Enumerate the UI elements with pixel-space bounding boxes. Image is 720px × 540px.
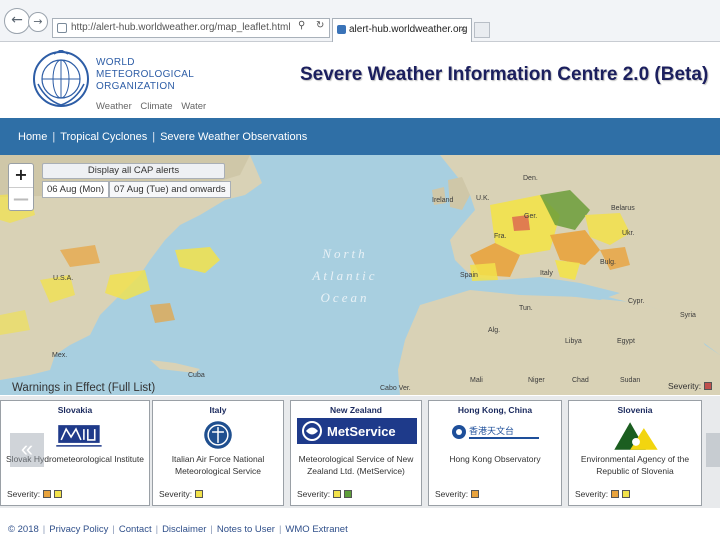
italian-meteo-logo-icon	[204, 421, 232, 449]
hko-emblem-icon	[452, 425, 466, 439]
card-country: Slovakia	[57, 405, 93, 415]
warning-card-hong-kong[interactable]: Hong Kong, China 香港天文台 Hong Kong Observa…	[428, 400, 562, 506]
map-label: Den.	[523, 175, 538, 182]
refresh-icon[interactable]: ↻	[316, 20, 324, 31]
card-severity: Severity:	[159, 489, 204, 499]
site-header: WORLD METEOROLOGICAL ORGANIZATION Weathe…	[0, 42, 720, 118]
tab-title: alert-hub.worldweather.org	[349, 24, 468, 35]
map-label: Chad	[572, 377, 589, 384]
nav-item-home[interactable]: Home	[18, 131, 47, 143]
search-icon[interactable]: ⚲	[298, 20, 305, 31]
card-org: Environmental Agency of the Republic of …	[580, 454, 690, 476]
metservice-swirl-icon	[302, 421, 322, 441]
tab-close-icon[interactable]: ×	[460, 19, 466, 41]
page-title: Severe Weather Information Centre 2.0 (B…	[300, 64, 709, 85]
severity-legend: Severity:	[668, 381, 713, 391]
card-org: Hong Kong Observatory	[449, 454, 541, 464]
carousel-prev-button[interactable]: «	[10, 433, 44, 467]
map-label: Belarus	[611, 205, 635, 212]
new-tab-button[interactable]	[474, 22, 490, 38]
card-org: Italian Air Force National Meteorologica…	[171, 454, 265, 476]
card-country: Slovenia	[617, 405, 653, 415]
zoom-out-button[interactable]: —	[9, 187, 33, 210]
map-label: Mex.	[52, 352, 68, 359]
map-label: Spain	[460, 272, 478, 279]
map-label: Ireland	[432, 197, 454, 204]
back-arrow-icon[interactable]: ←	[4, 8, 30, 34]
main-nav: Home | Tropical Cyclones | Severe Weather Ob…	[0, 118, 720, 155]
org-name: WORLD METEOROLOGICAL ORGANIZATION	[96, 57, 195, 92]
card-severity: Severity:	[297, 489, 353, 499]
arso-logo-icon	[614, 422, 658, 450]
footer: © 2018 | Privacy Policy | Contact | Disclaimer…	[0, 508, 720, 540]
map-label: Libya	[565, 338, 582, 345]
warning-card-slovenia[interactable]: Slovenia Environmental Agency of the Rep…	[568, 400, 702, 506]
address-bar[interactable]: http://alert-hub.worldweather.org/map_le…	[52, 18, 330, 38]
address-url: http://alert-hub.worldweather.org/map_le…	[71, 22, 291, 33]
card-country: New Zealand	[330, 405, 382, 415]
browser-chrome: ← → http://alert-hub.worldweather.org/ma…	[0, 0, 720, 42]
zoom-control: + —	[8, 163, 34, 211]
map-label: Tun.	[519, 305, 533, 312]
display-all-alerts-button[interactable]: Display all CAP alerts	[42, 163, 225, 179]
warning-card-italy[interactable]: Italy Italian Air Force National Meteoro…	[152, 400, 284, 506]
map-label: Cuba	[188, 372, 205, 379]
nav-item-severe-weather-observations[interactable]: Severe Weather Observations	[160, 131, 307, 143]
map-label: Cabo Ver.	[380, 385, 411, 392]
card-country: Italy	[209, 405, 227, 415]
map-label: Ukr.	[622, 230, 635, 237]
warning-card-new-zealand[interactable]: New Zealand MetService Meteorological Se…	[290, 400, 422, 506]
card-severity: Severity:	[7, 489, 63, 499]
footer-copyright: © 2018	[8, 524, 39, 535]
map-label: Alg.	[488, 327, 501, 334]
hko-logo: 香港天文台	[429, 418, 561, 452]
map-label: Fra.	[494, 233, 507, 240]
date-tab-tomorrow[interactable]: 07 Aug (Tue) and onwards	[109, 181, 231, 198]
map-label: Cypr.	[628, 298, 645, 305]
severity-swatch	[704, 382, 713, 390]
map-label: Niger	[528, 377, 545, 384]
ocean-label: North Atlantic Ocean	[312, 246, 378, 305]
date-tab-today[interactable]: 06 Aug (Mon)	[42, 181, 110, 198]
card-country: Hong Kong, China	[457, 405, 533, 415]
footer-link-privacy[interactable]: Privacy Policy	[49, 524, 108, 535]
footer-link-contact[interactable]: Contact	[119, 524, 152, 535]
page-icon	[57, 23, 67, 33]
metservice-logo: MetService	[291, 418, 421, 452]
tab-favicon-icon	[337, 25, 346, 34]
forward-arrow-icon[interactable]: →	[28, 12, 48, 32]
metservice-logo-text: MetService	[327, 423, 396, 439]
map-label: Italy	[540, 270, 553, 277]
footer-link-extranet[interactable]: WMO Extranet	[285, 524, 347, 535]
map-label: Ger.	[524, 213, 538, 220]
org-tagline: Weather Climate Water	[96, 101, 207, 112]
map-label: Mali	[470, 377, 483, 384]
carousel-next-button[interactable]	[706, 433, 720, 467]
map-label: Bulg.	[600, 259, 616, 266]
warnings-title[interactable]: Warnings in Effect (Full List)	[12, 382, 155, 394]
card-severity: Severity:	[575, 489, 631, 499]
map-label: Syria	[680, 312, 696, 319]
map-label: U.S.A.	[53, 275, 74, 282]
map-label: Egypt	[617, 338, 635, 345]
map-label: U.K.	[476, 195, 490, 202]
nav-item-tropical-cyclones[interactable]: Tropical Cyclones	[60, 131, 147, 143]
footer-link-disclaimer[interactable]: Disclaimer	[162, 524, 206, 535]
hko-logo-text: 香港天文台	[469, 427, 515, 437]
zoom-in-button[interactable]: +	[9, 164, 33, 187]
map-label: Sudan	[620, 377, 641, 384]
alert-controls: Display all CAP alerts 06 Aug (Mon) 07 A…	[42, 163, 231, 199]
footer-link-notes[interactable]: Notes to User	[217, 524, 275, 535]
card-org: Meteorological Service of New Zealand Lt…	[298, 454, 414, 476]
browser-tab[interactable]: alert-hub.worldweather.org ×	[332, 18, 472, 42]
card-severity: Severity:	[435, 489, 480, 499]
wmo-logo-icon[interactable]	[32, 50, 90, 108]
